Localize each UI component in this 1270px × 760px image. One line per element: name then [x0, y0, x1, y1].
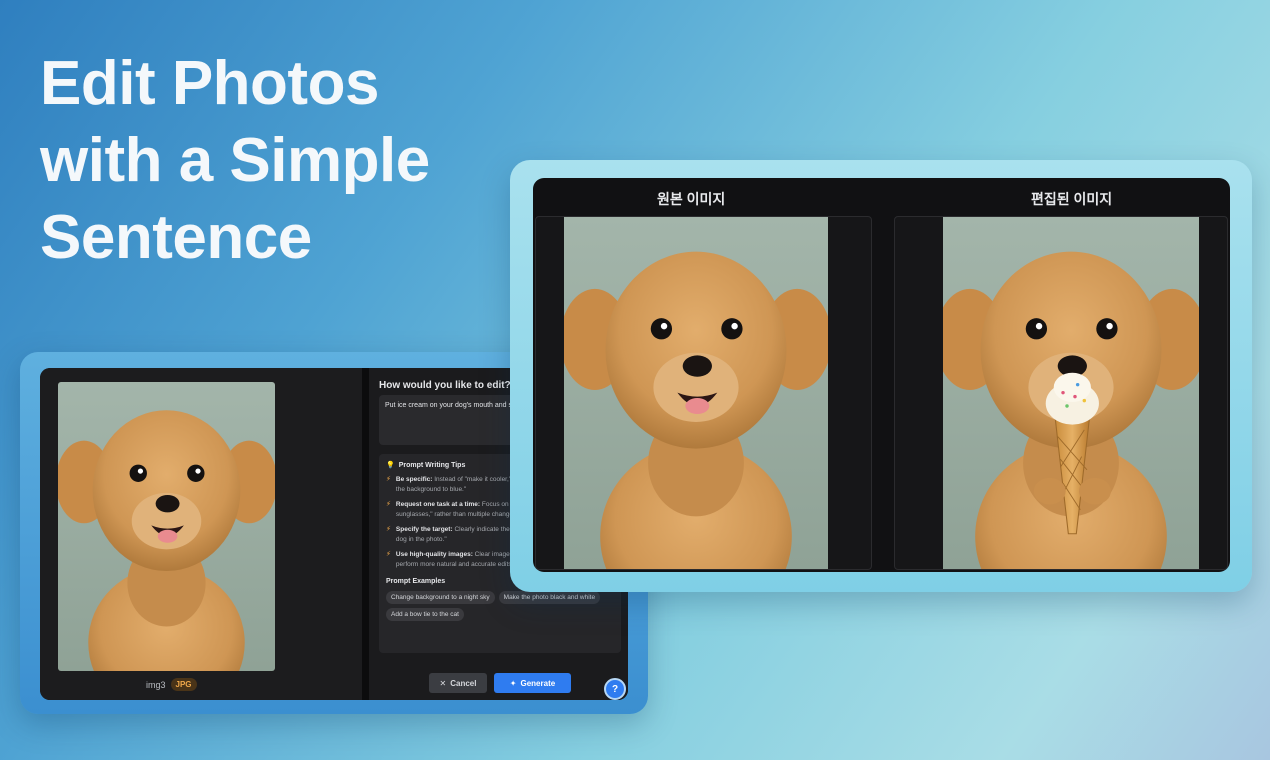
edited-image[interactable] [935, 217, 1207, 569]
close-icon: ✕ [439, 678, 447, 688]
lightbulb-icon: 💡 [386, 462, 395, 469]
tip-text-line2: dog in the photo." [395, 535, 447, 543]
cancel-label: Cancel [450, 678, 477, 688]
tip-bold: Be specific: [395, 476, 433, 483]
source-image-pane: img3 JPG [40, 368, 362, 700]
tip-bold: Use high-quality images: [395, 551, 473, 558]
help-icon[interactable]: ? [604, 678, 626, 700]
original-image-panel [535, 216, 872, 570]
example-chips: Change background to a night sky Make th… [386, 591, 618, 621]
tips-title: Prompt Writing Tips [398, 461, 466, 469]
edited-image-title: 편집된 이미지 [1031, 191, 1113, 207]
original-image-title: 원본 이미지 [657, 191, 726, 207]
generate-label: Generate [520, 678, 556, 688]
edited-image-panel [894, 216, 1228, 570]
generate-button[interactable]: ✦ Generate [494, 673, 571, 693]
hero-headline: Edit Photos with a Simple Sentence [40, 45, 430, 276]
tip-text-line2: sunglasses," rather than multiple change… [395, 510, 524, 518]
lightning-icon: ⚡ [386, 476, 391, 483]
example-chip[interactable]: Change background to a night sky [386, 591, 495, 604]
file-name: img3 [146, 679, 166, 690]
lightning-icon: ⚡ [386, 501, 391, 508]
lightning-icon: ⚡ [386, 526, 391, 533]
tip-bold: Request one task at a time: [395, 501, 481, 508]
example-chip[interactable]: Make the photo black and white [498, 591, 601, 604]
sparkle-icon: ✦ [509, 678, 517, 688]
compare-window: 원본 이미지 편집된 이미지 [533, 178, 1230, 572]
original-image[interactable] [560, 217, 832, 569]
cancel-button[interactable]: ✕ Cancel [429, 673, 487, 693]
compare-window-frame: 원본 이미지 편집된 이미지 [510, 160, 1252, 592]
file-type-badge: JPG [170, 678, 197, 691]
example-chip[interactable]: Add a bow tie to the cat [386, 608, 464, 621]
headline-line-1: Edit Photos [40, 49, 379, 118]
lightning-icon: ⚡ [386, 551, 391, 558]
tip-text-line2: the background to blue." [395, 485, 467, 493]
tip-bold: Specify the target: [395, 526, 453, 533]
headline-line-3: Sentence [40, 203, 312, 272]
file-info: img3 JPG [146, 678, 197, 691]
edit-question-label: How would you like to edit? [379, 380, 511, 391]
pane-divider[interactable] [362, 368, 369, 700]
headline-line-2: with a Simple [40, 126, 430, 195]
tip-text-line2: perform more natural and accurate edits. [395, 560, 514, 568]
source-image[interactable] [58, 382, 275, 671]
